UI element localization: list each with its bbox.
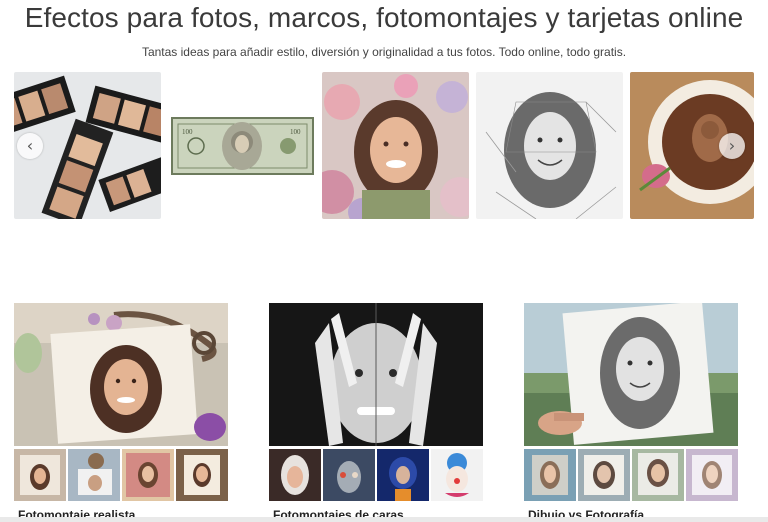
thumbnail-image[interactable]	[431, 449, 483, 501]
thumbnail-image[interactable]	[323, 449, 375, 501]
card-thumbnails	[269, 449, 483, 501]
page-title: Efectos para fotos, marcos, fotomontajes…	[24, 2, 744, 33]
effect-card-face-montage[interactable]: Fotomontajes de caras	[269, 303, 483, 522]
thumbnail-image[interactable]	[269, 449, 321, 501]
thumbnail-image[interactable]	[578, 449, 630, 501]
effect-card-drawing-vs-photo[interactable]: Dibujo vs Fotografía	[524, 303, 738, 522]
thumbnail-image[interactable]	[524, 449, 576, 501]
carousel-slide-floral-frame[interactable]	[322, 72, 469, 219]
card-thumbnails	[524, 449, 738, 501]
thumbnail-image[interactable]	[14, 449, 66, 501]
page-bottom-bar	[0, 517, 768, 522]
effect-card-realistic-montage[interactable]: Fotomontaje realista	[14, 303, 228, 522]
chevron-right-icon[interactable]: ›	[719, 133, 745, 159]
thumbnail-image[interactable]	[377, 449, 429, 501]
chevron-left-icon[interactable]: ‹	[17, 133, 43, 159]
svg-text:100: 100	[182, 128, 193, 136]
card-hero-image[interactable]	[14, 303, 228, 446]
effects-carousel: 100 100 ‹ ›	[14, 72, 754, 219]
thumbnail-image[interactable]	[176, 449, 228, 501]
page-subtitle: Tantas ideas para añadir estilo, diversi…	[141, 45, 627, 59]
card-thumbnails	[14, 449, 228, 501]
thumbnail-image[interactable]	[68, 449, 120, 501]
card-hero-image[interactable]	[524, 303, 738, 446]
carousel-slide-pencil-sketch[interactable]	[476, 72, 623, 219]
thumbnail-image[interactable]	[632, 449, 684, 501]
thumbnail-image[interactable]	[122, 449, 174, 501]
card-hero-image[interactable]	[269, 303, 483, 446]
carousel-slide-dollar-bill[interactable]: 100 100	[168, 72, 315, 219]
svg-text:100: 100	[290, 128, 301, 136]
thumbnail-image[interactable]	[686, 449, 738, 501]
